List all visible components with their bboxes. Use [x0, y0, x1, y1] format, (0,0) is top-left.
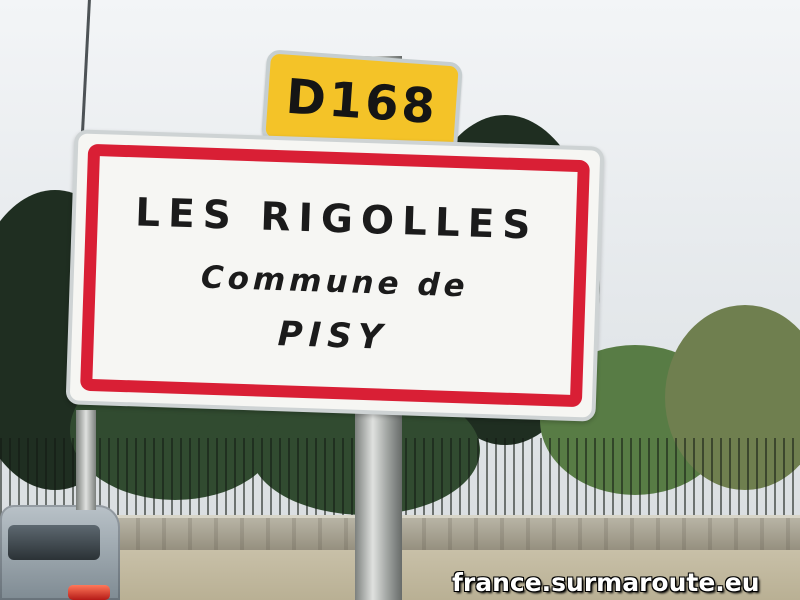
- route-number: D168: [284, 68, 440, 136]
- left-sign-post: [76, 410, 96, 510]
- car-tail-light: [68, 585, 110, 600]
- street-scene: D168 LES RIGOLLES Commune de PISY france…: [0, 0, 800, 600]
- car-rear-window: [8, 525, 100, 560]
- site-watermark: france.surmaroute.eu: [452, 568, 760, 597]
- town-entry-sign: LES RIGOLLES Commune de PISY: [65, 129, 605, 422]
